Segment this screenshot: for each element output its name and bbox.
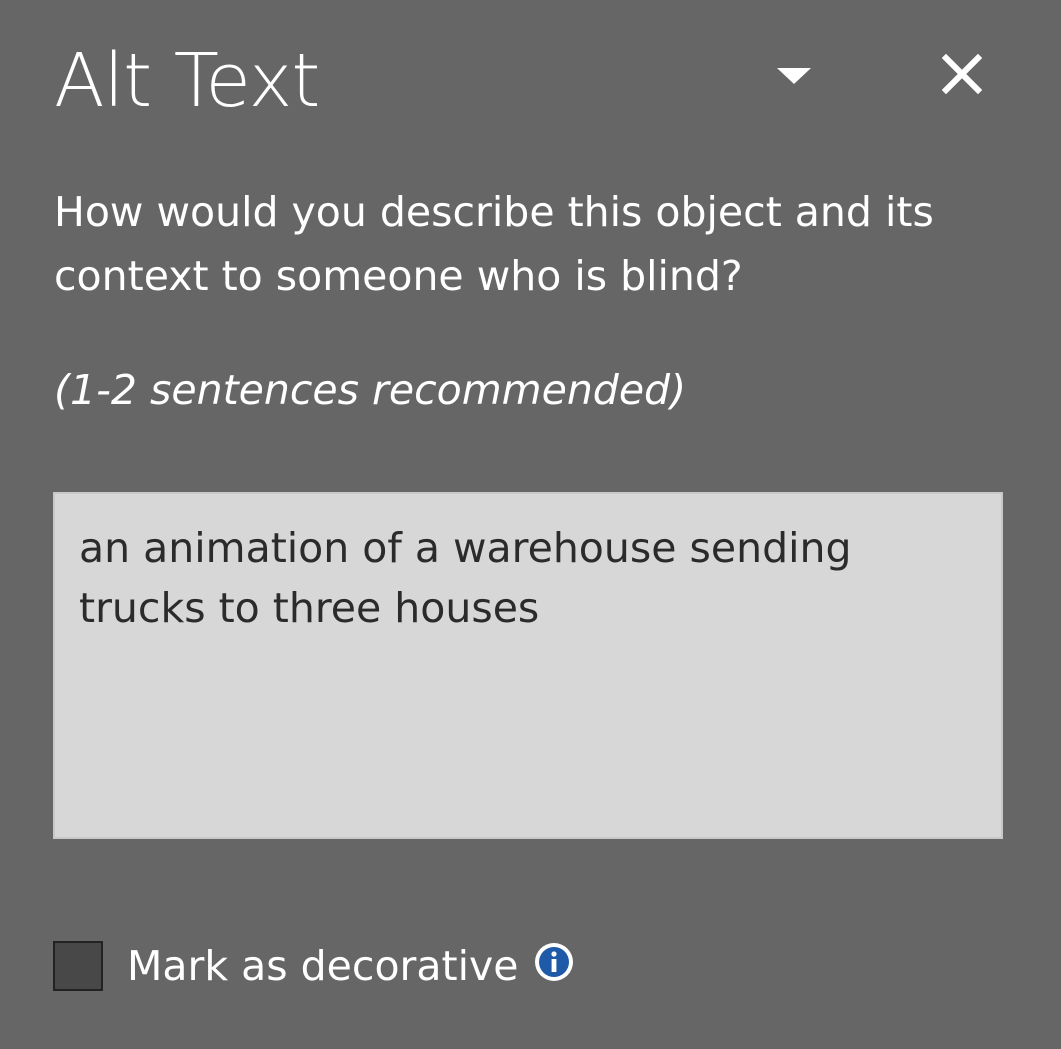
caret-down-icon (777, 68, 811, 84)
mark-decorative-label[interactable]: Mark as decorative (127, 942, 518, 990)
close-icon (942, 54, 982, 94)
description-prompt: How would you describe this object and i… (54, 188, 934, 300)
pane-title: Alt Text (54, 38, 320, 124)
info-icon[interactable] (534, 942, 574, 982)
mark-decorative-checkbox[interactable] (53, 941, 103, 991)
alt-text-input[interactable]: an animation of a warehouse sending truc… (53, 492, 1003, 839)
mark-decorative-row: Mark as decorative (53, 938, 574, 994)
alt-text-pane: Alt Text How would you describe this obj… (0, 0, 1061, 1049)
pane-options-button[interactable] (762, 48, 826, 104)
close-button[interactable] (930, 42, 994, 106)
sentence-hint: (1-2 sentences recommended) (54, 366, 687, 414)
